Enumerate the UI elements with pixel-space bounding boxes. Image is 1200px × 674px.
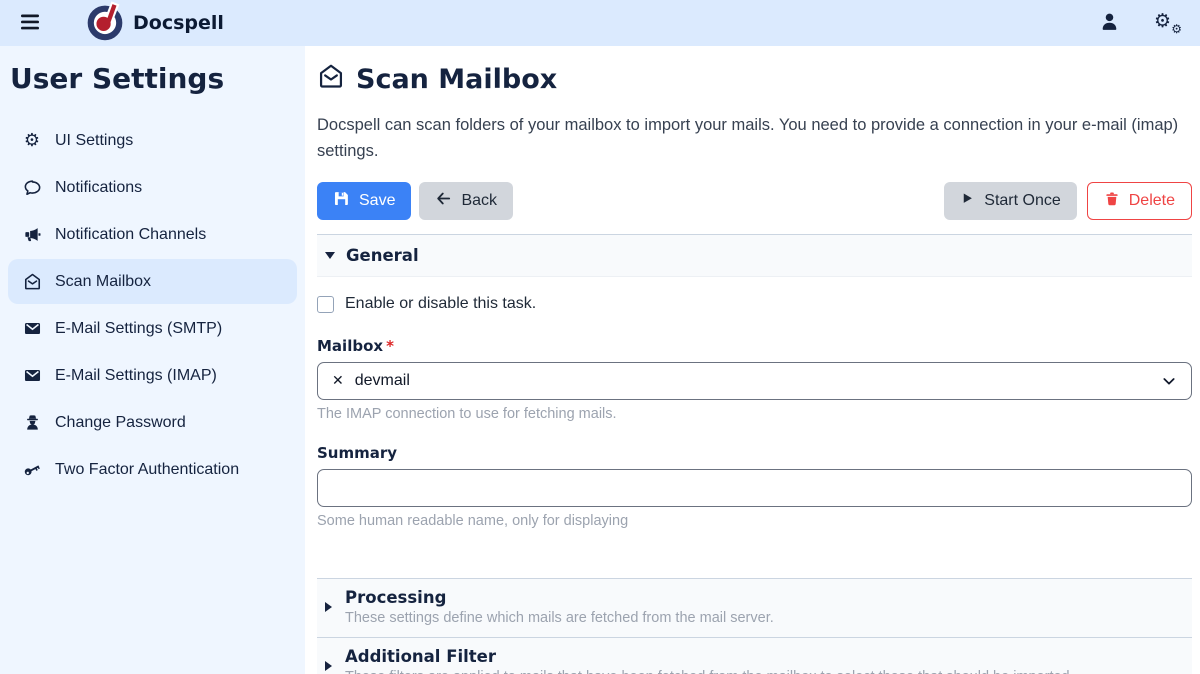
section-additional-filter-title: Additional Filter [345, 647, 1074, 666]
content-title-text: Scan Mailbox [356, 64, 557, 95]
save-button[interactable]: Save [317, 182, 411, 220]
envelope-open-icon [317, 62, 345, 97]
top-navbar: Docspell ⚙⚙ [0, 0, 1200, 46]
back-button[interactable]: Back [419, 182, 513, 220]
gear-icon: ⚙ [22, 132, 42, 150]
bullhorn-icon [22, 225, 42, 244]
summary-input[interactable] [317, 469, 1192, 507]
section-processing[interactable]: Processing These settings define which m… [317, 578, 1192, 637]
arrow-left-icon [435, 190, 452, 212]
enable-task-checkbox[interactable] [317, 296, 334, 313]
sidebar-item-notification-channels[interactable]: Notification Channels [8, 212, 297, 257]
save-icon [333, 190, 350, 212]
section-general-header[interactable]: General [317, 235, 1192, 277]
summary-field: Summary Some human readable name, only f… [317, 444, 1192, 529]
settings-menu-button[interactable]: ⚙⚙ [1152, 8, 1184, 38]
docspell-logo [86, 1, 124, 46]
content-title: Scan Mailbox [317, 62, 1192, 97]
enable-task-label: Enable or disable this task. [345, 295, 536, 313]
section-processing-subtitle: These settings define which mails are fe… [345, 610, 774, 626]
hamburger-menu-button[interactable] [16, 9, 44, 38]
user-icon [1099, 11, 1120, 35]
start-once-button-label: Start Once [984, 192, 1060, 210]
sidebar-item-label: Notification Channels [55, 226, 206, 244]
back-button-label: Back [461, 192, 497, 210]
sidebar-item-label: E-Mail Settings (SMTP) [55, 320, 222, 338]
toolbar: Save Back Start Once [317, 182, 1192, 220]
mailbox-field: Mailbox* ✕ devmail The IMAP connection t… [317, 337, 1192, 422]
mailbox-select[interactable]: ✕ devmail [317, 362, 1192, 400]
main-content: Scan Mailbox Docspell can scan folders o… [305, 46, 1200, 674]
sidebar-item-scan-mailbox[interactable]: Scan Mailbox [8, 259, 297, 304]
sidebar-item-notifications[interactable]: Notifications [8, 165, 297, 210]
envelope-icon [22, 366, 42, 385]
delete-button[interactable]: Delete [1087, 182, 1192, 220]
sidebar-item-email-smtp[interactable]: E-Mail Settings (SMTP) [8, 306, 297, 351]
mailbox-select-value: devmail [355, 372, 410, 390]
sidebar-item-two-factor[interactable]: Two Factor Authentication [8, 447, 297, 492]
caret-right-icon [325, 661, 332, 671]
sidebar-item-label: Two Factor Authentication [55, 461, 239, 479]
sidebar-item-change-password[interactable]: Change Password [8, 400, 297, 445]
user-menu-button[interactable] [1097, 9, 1122, 37]
trash-icon [1104, 191, 1120, 212]
page-title: User Settings [10, 62, 297, 95]
sidebar-item-label: Change Password [55, 414, 186, 432]
caret-down-icon [325, 252, 335, 259]
cogs-icon: ⚙⚙ [1154, 10, 1182, 36]
save-button-label: Save [359, 192, 395, 210]
sidebar-item-label: Scan Mailbox [55, 273, 151, 291]
brand[interactable]: Docspell [86, 1, 224, 46]
caret-right-icon [325, 602, 332, 612]
summary-help-text: Some human readable name, only for displ… [317, 513, 1192, 529]
required-asterisk: * [386, 337, 394, 355]
delete-button-label: Delete [1129, 192, 1175, 210]
section-processing-title: Processing [345, 588, 774, 607]
section-general: General Enable or disable this task. Mai… [317, 234, 1192, 578]
sidebar-item-label: E-Mail Settings (IMAP) [55, 367, 217, 385]
chevron-down-icon [1161, 373, 1177, 389]
key-icon [22, 460, 42, 479]
envelope-open-icon [22, 272, 42, 291]
envelope-icon [22, 319, 42, 338]
sidebar-item-email-imap[interactable]: E-Mail Settings (IMAP) [8, 353, 297, 398]
mailbox-help-text: The IMAP connection to use for fetching … [317, 406, 1192, 422]
user-secret-icon [22, 413, 42, 432]
play-icon [960, 191, 975, 211]
start-once-button[interactable]: Start Once [944, 182, 1076, 220]
sidebar-item-ui-settings[interactable]: ⚙ UI Settings [8, 119, 297, 163]
section-general-title: General [346, 246, 419, 265]
page-description: Docspell can scan folders of your mailbo… [317, 113, 1192, 164]
comment-icon [22, 178, 42, 197]
sidebar-item-label: Notifications [55, 179, 142, 197]
section-additional-filter[interactable]: Additional Filter These filters are appl… [317, 637, 1192, 674]
sidebar: User Settings ⚙ UI Settings Notification… [0, 46, 305, 674]
summary-label: Summary [317, 444, 1192, 462]
sidebar-item-label: UI Settings [55, 132, 133, 150]
mailbox-label: Mailbox* [317, 337, 1192, 355]
hamburger-icon [20, 13, 40, 34]
clear-selection-icon[interactable]: ✕ [332, 373, 344, 389]
section-additional-filter-subtitle: These filters are applied to mails that … [345, 669, 1074, 674]
brand-name: Docspell [133, 12, 224, 34]
